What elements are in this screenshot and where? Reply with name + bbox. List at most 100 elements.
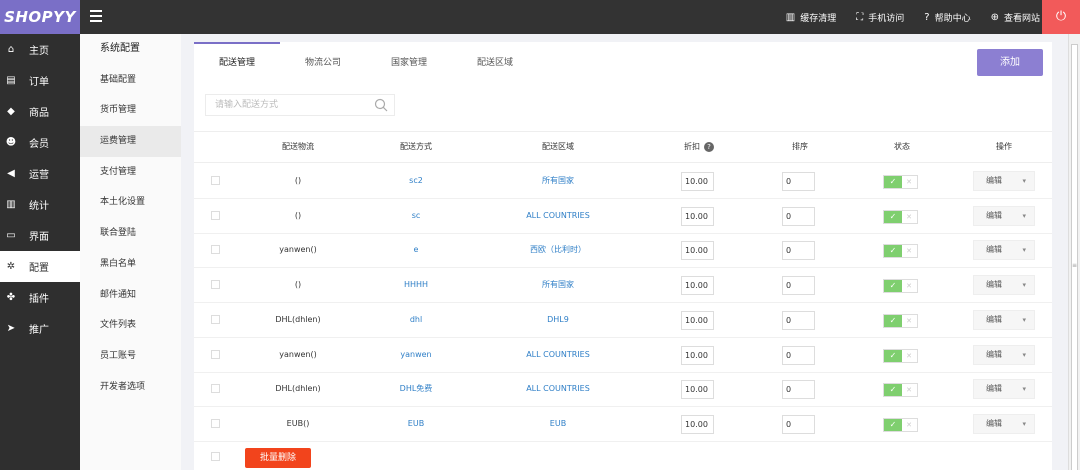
subnav-item-5[interactable]: 联合登陆 (80, 218, 181, 249)
subnav-item-4[interactable]: 本土化设置 (80, 187, 181, 218)
mobile-visit-link[interactable]: ⛶ 手机访问 (856, 11, 904, 24)
edit-button[interactable]: 编辑 ▾ (973, 309, 1035, 330)
cell-method[interactable]: EUB (376, 407, 456, 441)
discount-input[interactable]: 10.00 (681, 380, 714, 400)
discount-input[interactable]: 10.00 (681, 276, 714, 296)
nav-item-1[interactable]: ▤ 订单 (0, 65, 80, 96)
help-center-link[interactable]: ? 帮助中心 (924, 11, 970, 24)
status-toggle[interactable]: ✓ ✕ (883, 383, 918, 398)
tab-0[interactable]: 配送管理 (194, 42, 281, 74)
tab-3[interactable]: 配送区域 (452, 42, 538, 74)
clear-cache-link[interactable]: ▥ 缓存清理 (786, 11, 836, 24)
subnav-item-10[interactable]: 开发者选项 (80, 372, 181, 403)
status-toggle[interactable]: ✓ ✕ (883, 313, 918, 328)
cell-method[interactable]: sc2 (376, 164, 456, 198)
question-icon[interactable]: ? (704, 141, 714, 152)
nav-item-7[interactable]: ✲ 配置 (0, 251, 80, 282)
app-logo[interactable]: SHOPYY (0, 0, 80, 34)
nav-item-6[interactable]: ▭ 界面 (0, 220, 80, 251)
cell-method[interactable]: dhl (376, 303, 456, 337)
row-checkbox[interactable] (211, 418, 220, 428)
row-checkbox[interactable] (211, 384, 220, 394)
discount-input[interactable]: 10.00 (681, 206, 714, 226)
nav-item-8[interactable]: ✤ 插件 (0, 282, 80, 313)
row-checkbox[interactable] (211, 210, 220, 220)
status-toggle[interactable]: ✓ ✕ (883, 417, 918, 432)
cell-method[interactable]: e (376, 233, 456, 267)
sort-input[interactable]: 0 (782, 310, 815, 330)
subnav-item-1[interactable]: 货币管理 (80, 95, 181, 126)
cell-method[interactable]: yanwen (376, 338, 456, 372)
view-site-link[interactable]: ⊕ 查看网站 (991, 11, 1040, 24)
sort-input[interactable]: 0 (782, 345, 815, 365)
caret-down-icon[interactable]: ▾ (1022, 276, 1026, 294)
scrollbar[interactable]: ≡ (1068, 34, 1080, 470)
cell-region[interactable]: 西欧（比利时） (498, 233, 618, 267)
cell-region[interactable]: ALL COUNTRIES (498, 338, 618, 372)
subnav-item-8[interactable]: 文件列表 (80, 310, 181, 341)
discount-input[interactable]: 10.00 (681, 172, 714, 191)
cell-region[interactable]: 所有国家 (498, 268, 618, 302)
edit-button[interactable]: 编辑 ▾ (973, 240, 1035, 261)
edit-button[interactable]: 编辑 ▾ (973, 413, 1035, 434)
discount-input[interactable]: 10.00 (681, 241, 714, 261)
nav-item-9[interactable]: ➤ 推广 (0, 313, 80, 344)
nav-item-2[interactable]: ◆ 商品 (0, 96, 80, 127)
menu-toggle-icon[interactable] (90, 10, 104, 22)
cell-region[interactable]: DHL9 (498, 303, 618, 337)
sort-input[interactable]: 0 (782, 241, 815, 261)
search-icon[interactable] (374, 98, 388, 112)
row-checkbox[interactable] (211, 280, 220, 290)
caret-down-icon[interactable]: ▾ (1022, 241, 1026, 259)
caret-down-icon[interactable]: ▾ (1022, 311, 1026, 329)
row-checkbox[interactable] (211, 245, 220, 255)
caret-down-icon[interactable]: ▾ (1022, 207, 1026, 225)
sort-input[interactable]: 0 (782, 414, 815, 434)
edit-button[interactable]: 编辑 ▾ (973, 205, 1035, 226)
edit-button[interactable]: 编辑 ▾ (973, 275, 1035, 296)
row-checkbox[interactable] (211, 349, 220, 359)
subnav-item-6[interactable]: 黑白名单 (80, 249, 181, 280)
sort-input[interactable]: 0 (782, 276, 815, 296)
sort-input[interactable]: 0 (782, 380, 815, 400)
cell-region[interactable]: ALL COUNTRIES (498, 372, 618, 406)
nav-item-3[interactable]: ☻ 会员 (0, 127, 80, 158)
row-checkbox[interactable] (211, 176, 220, 185)
tab-1[interactable]: 物流公司 (280, 42, 366, 74)
subnav-item-7[interactable]: 邮件通知 (80, 280, 181, 311)
subnav-item-3[interactable]: 支付管理 (80, 157, 181, 188)
caret-down-icon[interactable]: ▾ (1022, 415, 1026, 433)
add-button[interactable]: 添加 (977, 49, 1043, 76)
discount-input[interactable]: 10.00 (681, 310, 714, 330)
cell-method[interactable]: DHL免费 (376, 372, 456, 406)
discount-input[interactable]: 10.00 (681, 414, 714, 434)
nav-item-0[interactable]: ⌂ 主页 (0, 34, 80, 65)
status-toggle[interactable]: ✓ ✕ (883, 209, 918, 224)
edit-button[interactable]: 编辑 ▾ (973, 379, 1035, 400)
subnav-item-9[interactable]: 员工账号 (80, 341, 181, 372)
select-all-checkbox[interactable] (211, 452, 220, 461)
cell-region[interactable]: EUB (498, 407, 618, 441)
power-icon[interactable]: ⏻ (1042, 0, 1080, 34)
caret-down-icon[interactable]: ▾ (1022, 380, 1026, 398)
status-toggle[interactable]: ✓ ✕ (883, 175, 918, 189)
cell-region[interactable]: ALL COUNTRIES (498, 199, 618, 233)
sort-input[interactable]: 0 (782, 172, 815, 191)
search-input[interactable] (206, 95, 366, 115)
edit-button[interactable]: 编辑 ▾ (973, 344, 1035, 365)
edit-button[interactable]: 编辑 ▾ (973, 171, 1035, 191)
status-toggle[interactable]: ✓ ✕ (883, 348, 918, 363)
subnav-item-0[interactable]: 基础配置 (80, 65, 181, 96)
tab-2[interactable]: 国家管理 (366, 42, 452, 74)
cell-method[interactable]: sc (376, 199, 456, 233)
cell-method[interactable]: HHHH (376, 268, 456, 302)
sort-input[interactable]: 0 (782, 206, 815, 226)
cell-region[interactable]: 所有国家 (498, 164, 618, 198)
batch-delete-button[interactable]: 批量删除 (245, 448, 311, 468)
discount-input[interactable]: 10.00 (681, 345, 714, 365)
nav-item-4[interactable]: ◀ 运营 (0, 158, 80, 189)
subnav-item-2[interactable]: 运费管理 (80, 126, 181, 157)
scrollbar-thumb[interactable] (1071, 44, 1078, 470)
caret-down-icon[interactable]: ▾ (1022, 346, 1026, 364)
status-toggle[interactable]: ✓ ✕ (883, 244, 918, 259)
